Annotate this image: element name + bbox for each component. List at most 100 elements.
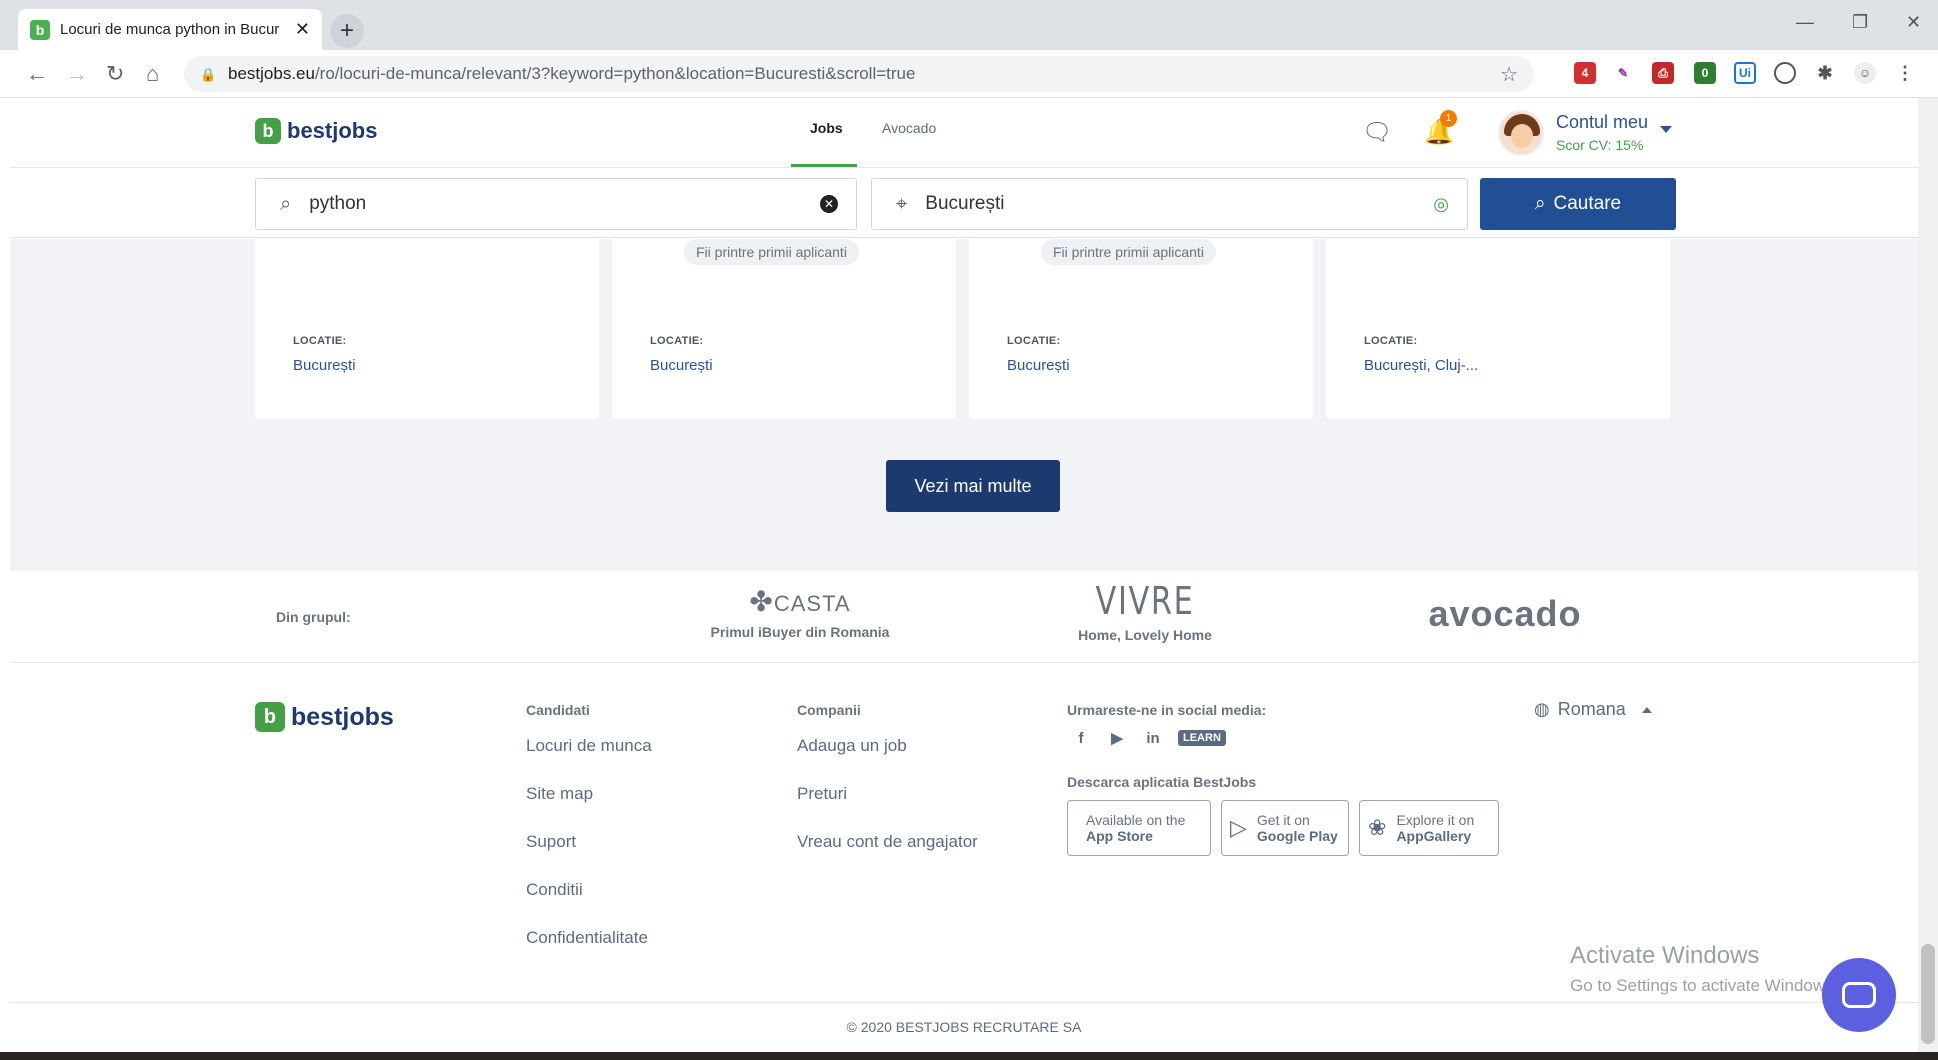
language-selector[interactable]: ◍ Romana (1534, 699, 1652, 720)
job-location: București (650, 357, 713, 374)
companii-title: Companii (797, 702, 861, 718)
footer-link[interactable]: Confidentialitate (526, 928, 648, 948)
app-gallery-button[interactable]: ❀ Explore it on AppGallery (1359, 800, 1499, 856)
tab-title: Locuri de munca python in Bucur (60, 21, 280, 38)
job-card[interactable]: Fii printre primii aplicanti LOCATIE: Bu… (969, 239, 1313, 419)
footer-link[interactable]: Suport (526, 832, 576, 852)
bestjobs-logo-icon: b (255, 118, 281, 144)
google-play-icon: ▷ (1230, 815, 1247, 840)
job-location: București (293, 357, 356, 374)
google-play-button[interactable]: ▷ Get it on Google Play (1221, 800, 1349, 856)
address-bar[interactable]: 🔒 bestjobs.eu/ro/locuri-de-munca/relevan… (184, 56, 1534, 92)
footer-link[interactable]: Locuri de munca (526, 736, 652, 756)
extension-green-icon[interactable]: 0 (1694, 62, 1716, 84)
extension-pdf-icon[interactable]: ⎙ (1652, 62, 1674, 84)
nav-tab-jobs[interactable]: Jobs (810, 120, 843, 136)
footer-link[interactable]: Site map (526, 784, 593, 804)
activate-windows-subtitle: Go to Settings to activate Windows. (1570, 976, 1839, 995)
partner-avocado[interactable]: avocado (1410, 593, 1600, 635)
os-taskbar (0, 1052, 1938, 1060)
group-label: Din grupul: (276, 609, 351, 625)
browser-toolbar: ← → ↻ ⌂ 🔒 bestjobs.eu/ro/locuri-de-munca… (0, 50, 1938, 98)
bookmark-star-icon[interactable]: ☆ (1500, 62, 1518, 87)
bestjobs-favicon-icon: b (30, 19, 50, 40)
search-icon: ⌕ (1534, 193, 1546, 214)
bestjobs-logo-icon: b (255, 702, 285, 732)
job-card[interactable]: Fii printre primii aplicanti LOCATIE: Bu… (612, 239, 956, 419)
learn-badge[interactable]: LEARN (1178, 730, 1226, 746)
chat-button[interactable] (1822, 958, 1896, 1032)
messages-icon[interactable]: 🗨 (1362, 118, 1392, 147)
results-area: LOCATIE: București Fii printre primii ap… (10, 239, 1918, 571)
site-header: b bestjobs Jobs Avocado 🗨 🔔 1 Contul meu… (10, 98, 1918, 168)
browser-tabstrip: b Locuri de munca python in Bucur ✕ + — … (0, 0, 1938, 50)
linkedin-icon[interactable]: in (1142, 729, 1164, 747)
activate-windows-title: Activate Windows (1570, 942, 1760, 969)
tab-close-icon[interactable]: ✕ (295, 19, 310, 40)
see-more-button[interactable]: Vezi mai multe (886, 460, 1060, 512)
home-icon[interactable]: ⌂ (146, 61, 159, 87)
candidati-title: Candidati (526, 702, 590, 718)
footer-link[interactable]: Preturi (797, 784, 847, 804)
page-scrollbar[interactable] (1918, 98, 1938, 1052)
copyright-bar: © 2020 BESTJOBS RECRUTARE SA (10, 1002, 1918, 1052)
nav-active-underline (791, 164, 857, 167)
extension-circle-icon[interactable] (1774, 62, 1796, 84)
search-button[interactable]: ⌕ Cautare (1480, 178, 1676, 230)
url-text: bestjobs.eu/ro/locuri-de-munca/relevant/… (228, 64, 916, 83)
extension-ui-icon[interactable]: Ui (1734, 62, 1756, 84)
extension-pen-icon[interactable]: ✎ (1612, 62, 1634, 84)
youtube-icon[interactable]: ▶ (1106, 729, 1128, 747)
reload-icon[interactable]: ↻ (106, 61, 124, 87)
account-menu[interactable]: Contul meu Scor CV: 15% (1556, 112, 1648, 153)
app-download-title: Descarca aplicatia BestJobs (1067, 774, 1257, 790)
footer-link[interactable]: Conditii (526, 880, 583, 900)
job-location: București, Cluj-... (1364, 357, 1479, 374)
nav-tab-avocado[interactable]: Avocado (882, 120, 936, 136)
profile-icon[interactable]: ☺ (1854, 62, 1876, 84)
footer-link[interactable]: Vreau cont de angajator (797, 832, 978, 852)
huawei-icon: ❀ (1368, 815, 1387, 840)
facebook-icon[interactable]: f (1070, 729, 1092, 747)
job-card[interactable]: LOCATIE: București (255, 239, 599, 419)
footer: b bestjobs Candidati Locuri de munca Sit… (10, 664, 1918, 1004)
clear-icon[interactable]: ✕ (820, 195, 838, 213)
chat-bubble-icon (1842, 982, 1876, 1008)
avatar[interactable] (1498, 110, 1544, 156)
location-pin-icon: ⌖ (896, 192, 908, 215)
copyright-text: © 2020 BESTJOBS RECRUTARE SA (846, 1019, 1082, 1035)
footer-bestjobs-logo[interactable]: b bestjobs (255, 702, 394, 732)
back-arrow-icon[interactable]: ← (26, 61, 48, 87)
new-tab-button[interactable]: + (330, 14, 364, 48)
lock-icon: 🔒 (200, 67, 217, 82)
forward-arrow-icon[interactable]: → (66, 61, 88, 87)
chevron-down-icon[interactable] (1660, 126, 1672, 133)
extension-red-icon[interactable]: 4 (1574, 62, 1596, 84)
partner-casta[interactable]: ✤CASTA Primul iBuyer din Romania (690, 585, 910, 640)
location-input[interactable]: ⌖ București ◎ (871, 178, 1468, 230)
account-name: Contul meu (1556, 112, 1649, 132)
globe-icon: ◍ (1534, 699, 1550, 719)
social-links: f ▶ in LEARN (1070, 729, 1226, 747)
clover-icon: ✤ (749, 586, 774, 617)
social-title: Urmareste-ne in social media: (1067, 702, 1267, 718)
browser-tab[interactable]: b Locuri de munca python in Bucur ✕ (18, 9, 322, 50)
partner-vivre[interactable]: VIVRE Home, Lovely Home (1050, 581, 1240, 643)
search-icon: ⌕ (280, 192, 292, 215)
group-partners: Din grupul: ✤CASTA Primul iBuyer din Rom… (10, 571, 1918, 663)
minimize-icon[interactable]: — (1796, 12, 1814, 33)
search-bar: ⌕ python ✕ ⌖ București ◎ ⌕ Cautare (10, 168, 1918, 238)
job-card[interactable]: LOCATIE: București, Cluj-... (1326, 239, 1670, 419)
menu-kebab-icon[interactable]: ⋮ (1894, 62, 1916, 84)
footer-link[interactable]: Adauga un job (797, 736, 907, 756)
extensions-puzzle-icon[interactable]: ✱ (1814, 62, 1836, 84)
notification-badge: 1 (1440, 110, 1457, 127)
restore-icon[interactable]: ❐ (1852, 12, 1868, 33)
window-close-icon[interactable]: ✕ (1906, 12, 1921, 33)
keyword-search-input[interactable]: ⌕ python ✕ (255, 178, 857, 230)
bestjobs-logo[interactable]: b bestjobs (255, 118, 377, 144)
app-store-button[interactable]: Available on the App Store (1067, 800, 1211, 856)
job-location: București (1007, 357, 1070, 374)
gps-locate-icon[interactable]: ◎ (1433, 194, 1449, 215)
chevron-up-icon (1641, 706, 1652, 713)
